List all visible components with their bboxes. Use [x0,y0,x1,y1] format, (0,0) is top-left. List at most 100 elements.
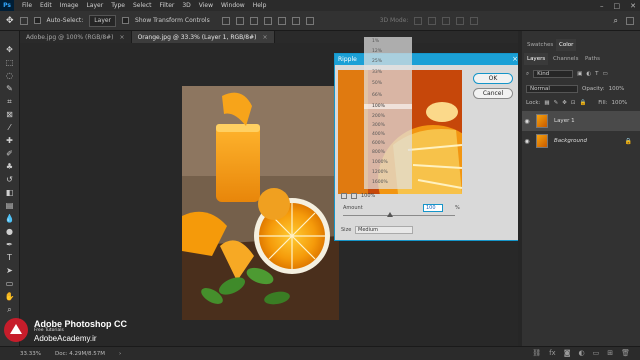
pen-tool-icon[interactable]: ✒ [4,240,15,250]
menu-3d[interactable]: 3D [178,2,194,9]
distribute-icon[interactable] [305,16,314,25]
zoom-option[interactable]: 12% [364,49,412,54]
align-middle-icon[interactable] [277,16,286,25]
status-arrow-icon[interactable]: › [119,351,121,357]
zoom-out-icon[interactable] [341,192,347,199]
crop-tool-icon[interactable]: ⌗ [4,97,15,107]
zoom-option[interactable]: 25% [364,59,412,64]
transform-controls-checkbox[interactable] [122,17,130,24]
path-select-icon[interactable]: ➤ [4,266,15,276]
menu-layer[interactable]: Layer [82,2,107,9]
blend-mode-dropdown[interactable]: Normal [526,85,578,93]
menu-select[interactable]: Select [129,2,156,9]
3d-scale-icon[interactable] [470,16,479,25]
3d-roll-icon[interactable] [428,16,437,25]
align-bottom-icon[interactable] [291,16,300,25]
size-dropdown[interactable]: Medium [355,226,413,234]
tab-channels[interactable]: Channels [550,53,581,65]
marquee-tool-icon[interactable]: ⬚ [4,58,15,68]
zoom-option[interactable]: 66% [364,93,412,98]
move-tool-icon[interactable]: ✥ [4,45,15,55]
align-right-icon[interactable] [249,16,258,25]
layer-row-background[interactable]: ◉ Background 🔒 [522,131,640,151]
lock-artboard-icon[interactable]: ⊡ [571,100,576,106]
zoom-option[interactable]: 400% [364,132,412,137]
visibility-eye-icon[interactable]: ◉ [522,138,532,145]
lock-paint-icon[interactable]: ✎ [554,100,559,106]
zoom-option[interactable]: 1000% [364,160,412,165]
eraser-tool-icon[interactable]: ◧ [4,188,15,198]
hand-tool-icon[interactable]: ✋ [4,292,15,302]
menu-type[interactable]: Type [107,2,129,9]
zoom-option[interactable]: 800% [364,150,412,155]
rectangle-tool-icon[interactable]: ▭ [4,279,15,289]
new-group-icon[interactable]: ▭ [593,349,600,357]
visibility-eye-icon[interactable]: ◉ [522,118,532,125]
lock-move-icon[interactable]: ✥ [562,100,567,106]
lock-pixels-icon[interactable]: ▦ [544,100,549,106]
amount-input[interactable]: 100 [423,204,443,212]
clone-stamp-icon[interactable]: ♣ [4,162,15,172]
menu-help[interactable]: Help [249,2,271,9]
layer-name[interactable]: Layer 1 [554,118,575,124]
menu-filter[interactable]: Filter [156,2,179,9]
auto-select-checkbox[interactable] [33,17,41,24]
type-tool-icon[interactable]: T [4,253,15,263]
3d-rotate-icon[interactable] [414,16,423,25]
menu-view[interactable]: View [195,2,217,9]
align-left-icon[interactable] [221,16,230,25]
workspace-icon[interactable] [626,16,634,25]
delete-layer-icon[interactable]: 🗑 [621,349,630,357]
tab-color[interactable]: Color [556,39,577,51]
zoom-tool-icon[interactable]: ⌕ [4,305,15,315]
frame-tool-icon[interactable]: ⊠ [4,110,15,120]
menu-edit[interactable]: Edit [36,2,56,9]
tab-swatches[interactable]: Swatches [524,39,556,51]
zoom-option[interactable]: 1% [364,39,412,44]
eyedropper-icon[interactable]: ⁄ [4,123,15,133]
zoom-option[interactable]: 50% [364,81,412,86]
amount-slider-thumb[interactable] [387,212,394,217]
menu-window[interactable]: Window [217,2,249,9]
filter-type-icon[interactable]: T [595,71,598,77]
adjustment-layer-icon[interactable]: ◐ [579,349,585,357]
zoom-option[interactable]: 600% [364,141,412,146]
align-top-icon[interactable] [263,16,272,25]
quick-select-icon[interactable]: ✎ [4,84,15,94]
fill-value[interactable]: 100% [612,100,628,106]
filter-pixel-icon[interactable]: ▣ [577,71,582,77]
healing-brush-icon[interactable]: ✚ [4,136,15,146]
close-icon[interactable]: ✕ [630,2,636,10]
maximize-icon[interactable]: □ [614,2,621,10]
menu-image[interactable]: Image [56,2,83,9]
add-mask-icon[interactable]: ◙ [564,349,571,357]
zoom-option-selected[interactable]: 100% [364,104,412,109]
doc-size[interactable]: Doc: 4.29M/8.57M [55,351,105,357]
zoom-option[interactable]: 1200% [364,170,412,175]
layer-filter-kind[interactable]: Kind [533,70,574,78]
brush-tool-icon[interactable]: ✐ [4,149,15,159]
lock-all-icon[interactable]: 🔒 [579,100,586,106]
new-layer-icon[interactable]: ⊞ [607,349,613,357]
tool-preset-icon[interactable] [19,16,28,25]
history-brush-icon[interactable]: ↺ [4,175,15,185]
menu-file[interactable]: File [18,2,36,9]
zoom-option[interactable]: 1600% [364,180,412,185]
blur-tool-icon[interactable]: 💧 [4,214,15,224]
close-tab-icon[interactable]: × [262,34,267,41]
zoom-value[interactable]: 100% [361,193,375,199]
minimize-icon[interactable]: – [600,2,604,10]
filter-search-icon[interactable]: ⌕ [526,71,529,78]
cancel-button[interactable]: Cancel [473,88,513,99]
3d-slide-icon[interactable] [456,16,465,25]
ok-button[interactable]: OK [473,73,513,84]
filter-shape-icon[interactable]: ▭ [602,71,607,77]
tab-adobe-jpg[interactable]: Adobe.jpg @ 100% (RGB/8#) × [20,31,132,43]
zoom-option[interactable]: 300% [364,123,412,128]
auto-select-dropdown[interactable]: Layer [89,14,117,27]
tab-layers[interactable]: Layers [524,53,549,65]
dodge-tool-icon[interactable]: ● [4,227,15,237]
gradient-tool-icon[interactable]: ▤ [4,201,15,211]
align-center-icon[interactable] [235,16,244,25]
search-icon[interactable]: ⌕ [614,16,618,26]
